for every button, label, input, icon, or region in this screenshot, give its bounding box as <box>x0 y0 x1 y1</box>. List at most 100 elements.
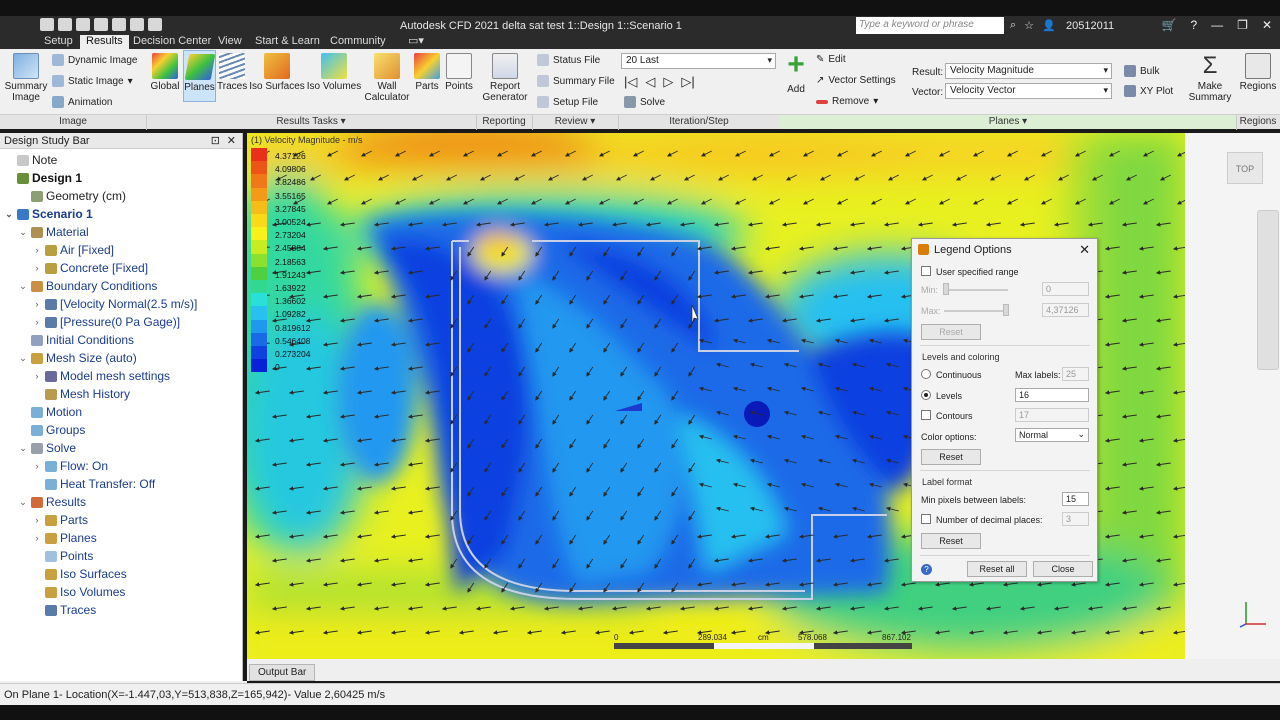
contours-checkbox[interactable] <box>921 410 931 420</box>
range-reset-button[interactable]: Reset <box>921 324 981 340</box>
tree-item[interactable]: › Air [Fixed] <box>0 241 242 259</box>
setup-file-button[interactable]: Setup File <box>537 96 598 108</box>
vector-settings-button[interactable]: ↗ Vector Settings <box>816 75 896 86</box>
next-step-icon[interactable]: ▷ <box>663 74 673 90</box>
tree-item[interactable]: Points <box>0 547 242 565</box>
help-icon[interactable]: ? <box>921 564 932 575</box>
tree-item[interactable]: Initial Conditions <box>0 331 242 349</box>
tab-decision-center[interactable]: Decision Center <box>127 35 217 49</box>
chevron-down-icon[interactable]: ⌄ <box>18 497 28 508</box>
group-review-label[interactable]: Review ▾ <box>532 116 618 127</box>
tab-results[interactable]: Results <box>80 35 129 49</box>
chevron-down-icon[interactable]: ⌄ <box>18 443 28 454</box>
levels-reset-button[interactable]: Reset <box>921 449 981 465</box>
chevron-down-icon[interactable]: ⌄ <box>18 353 28 364</box>
output-bar-button[interactable]: Output Bar <box>249 664 316 681</box>
min-slider-thumb[interactable] <box>943 283 949 295</box>
chevron-right-icon[interactable]: › <box>32 299 42 309</box>
iso-surfaces-button[interactable]: Iso Surfaces <box>249 53 305 92</box>
dialog-close-icon[interactable]: ✕ <box>1079 242 1090 258</box>
chevron-right-icon[interactable]: › <box>32 371 42 381</box>
tree-item[interactable]: ⌄ Mesh Size (auto) <box>0 349 242 367</box>
planes-button[interactable]: Planes <box>183 50 216 102</box>
remove-button[interactable]: Remove ▾ <box>816 96 878 107</box>
close-button[interactable]: Close <box>1033 561 1093 577</box>
tree-item[interactable]: Geometry (cm) <box>0 187 242 205</box>
iteration-select[interactable]: 20 Last <box>621 53 776 69</box>
continuous-radio[interactable] <box>921 369 931 379</box>
chevron-down-icon[interactable]: ⌄ <box>18 281 28 292</box>
open-folder-icon[interactable] <box>58 18 72 31</box>
points-button[interactable]: Points <box>444 53 474 92</box>
new-file-icon[interactable] <box>40 18 54 31</box>
tree-item[interactable]: Design 1 <box>0 169 242 187</box>
tree-item[interactable]: Heat Transfer: Off <box>0 475 242 493</box>
tree-item[interactable]: › Model mesh settings <box>0 367 242 385</box>
save-icon[interactable] <box>76 18 90 31</box>
user-name[interactable]: 20512011 <box>1066 20 1114 32</box>
traces-button[interactable]: Traces <box>217 53 247 92</box>
close-window-icon[interactable]: ✕ <box>1262 18 1272 32</box>
help-icon[interactable]: ? <box>1190 18 1197 32</box>
navigation-bar[interactable] <box>1257 210 1279 370</box>
summary-file-button[interactable]: Summary File <box>537 75 615 87</box>
copy-icon[interactable] <box>130 18 144 31</box>
prev-step-icon[interactable]: ◁ <box>645 74 655 90</box>
tree-item[interactable]: Iso Volumes <box>0 583 242 601</box>
group-planes-label[interactable]: Planes ▾ <box>780 115 1236 129</box>
tab-setup[interactable]: Setup <box>38 35 79 49</box>
regions-button[interactable]: Regions <box>1238 53 1278 92</box>
save-all-icon[interactable] <box>94 18 108 31</box>
restore-icon[interactable]: ❐ <box>1237 18 1248 32</box>
tree-item[interactable]: Motion <box>0 403 242 421</box>
min-input[interactable]: 0 <box>1042 282 1089 296</box>
xy-plot-button[interactable]: XY Plot <box>1124 85 1173 97</box>
close-panel-icon[interactable]: ✕ <box>227 134 236 147</box>
view-cube[interactable]: TOP <box>1227 152 1263 184</box>
tree-item[interactable]: Groups <box>0 421 242 439</box>
dynamic-image-button[interactable]: Dynamic Image <box>52 54 137 66</box>
minimize-icon[interactable]: — <box>1211 18 1223 32</box>
user-range-checkbox[interactable] <box>921 266 931 276</box>
tab-community[interactable]: Community <box>324 35 392 49</box>
levels-input[interactable]: 16 <box>1015 388 1089 402</box>
tree-item[interactable]: ⌄ Solve <box>0 439 242 457</box>
tree-item[interactable]: ⌄ Material <box>0 223 242 241</box>
tab-view[interactable]: View <box>212 35 248 49</box>
first-step-icon[interactable]: |◁ <box>624 74 637 90</box>
tree-item[interactable]: Iso Surfaces <box>0 565 242 583</box>
contours-input[interactable]: 17 <box>1015 408 1089 422</box>
search-input[interactable]: Type a keyword or phrase <box>856 17 1004 34</box>
tab-start-learn[interactable]: Start & Learn <box>249 35 326 49</box>
tree-item[interactable]: › Concrete [Fixed] <box>0 259 242 277</box>
chevron-down-icon[interactable]: ⌄ <box>4 209 14 220</box>
animation-button[interactable]: Animation <box>52 96 112 108</box>
summary-image-button[interactable]: Summary Image <box>4 53 48 103</box>
chevron-right-icon[interactable]: › <box>32 263 42 273</box>
min-slider[interactable] <box>944 289 1008 291</box>
color-options-select[interactable]: Normal ⌄ <box>1015 428 1089 442</box>
chevron-right-icon[interactable]: › <box>32 317 42 327</box>
tree-item[interactable]: ⌄ Scenario 1 <box>0 205 242 223</box>
toolbar-dropdown-icon[interactable] <box>148 18 162 31</box>
result-select[interactable]: Velocity Magnitude <box>945 63 1112 79</box>
chevron-right-icon[interactable]: › <box>32 533 42 543</box>
user-icon[interactable]: 👤 <box>1042 19 1056 32</box>
max-labels-input[interactable]: 25 <box>1062 367 1089 381</box>
tree-item[interactable]: Mesh History <box>0 385 242 403</box>
chevron-right-icon[interactable]: › <box>32 245 42 255</box>
report-generator-button[interactable]: Report Generator <box>480 53 530 103</box>
solve-button[interactable]: Solve <box>624 96 665 108</box>
max-slider[interactable] <box>944 310 1008 312</box>
static-image-button[interactable]: Static Image ▾ <box>52 75 133 87</box>
tree-item[interactable]: › [Velocity Normal(2.5 m/s)] <box>0 295 242 313</box>
ribbon-options-icon[interactable]: ▭▾ <box>402 35 430 49</box>
pin-icon[interactable]: ⊡ <box>211 134 220 147</box>
star-icon[interactable]: ☆ <box>1024 19 1034 32</box>
binoculars-icon[interactable]: ⌕ <box>1010 19 1016 32</box>
reset-all-button[interactable]: Reset all <box>967 561 1027 577</box>
chevron-right-icon[interactable]: › <box>32 461 42 471</box>
parts-button[interactable]: Parts <box>412 53 442 92</box>
undo-icon[interactable] <box>112 18 126 31</box>
wall-calculator-button[interactable]: Wall Calculator <box>364 53 410 103</box>
